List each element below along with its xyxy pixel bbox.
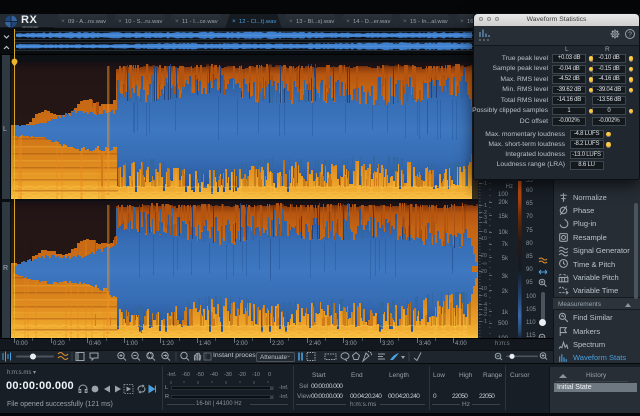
svg-text:?: ? (628, 32, 632, 39)
